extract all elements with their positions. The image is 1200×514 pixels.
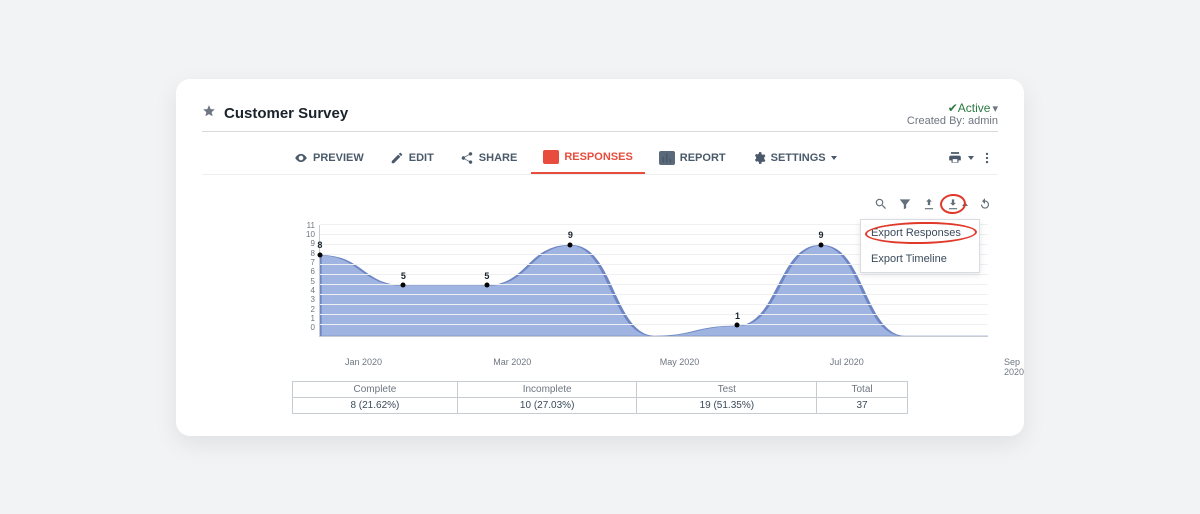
download-dropdown[interactable] <box>946 197 968 211</box>
report-button[interactable]: REPORT <box>647 143 738 173</box>
caret-up-icon <box>962 202 968 206</box>
page-title: Customer Survey <box>224 105 348 122</box>
stats-cell: 8 (21.62%) <box>293 397 458 413</box>
stats-table: CompleteIncompleteTestTotal 8 (21.62%)10… <box>292 381 908 414</box>
stats-header: Incomplete <box>457 381 637 397</box>
stats-header: Test <box>637 381 817 397</box>
chevron-down-icon <box>831 156 837 160</box>
search-icon[interactable] <box>874 197 888 211</box>
stats-header: Complete <box>293 381 458 397</box>
refresh-icon[interactable] <box>978 197 992 211</box>
print-icon[interactable] <box>948 151 962 165</box>
stats-cell: 10 (27.03%) <box>457 397 637 413</box>
app-window: Customer Survey ✔Active▾ Created By: adm… <box>176 79 1024 436</box>
export-timeline-item[interactable]: Export Timeline <box>861 246 979 272</box>
y-axis: 11109876543210 <box>306 221 319 333</box>
status-badge[interactable]: ✔Active▾ <box>907 101 998 115</box>
share-button[interactable]: SHARE <box>448 143 530 173</box>
responses-badge-icon <box>543 150 559 164</box>
toolbar: PREVIEW EDIT SHARE RESPONSES REPORT SETT… <box>202 132 998 175</box>
download-icon[interactable] <box>946 197 960 211</box>
settings-button[interactable]: SETTINGS <box>740 143 849 173</box>
chart-toolbar: Export Responses Export Timeline <box>202 175 998 219</box>
more-icon[interactable] <box>980 151 994 165</box>
title-group: Customer Survey <box>202 104 348 123</box>
print-caret-icon[interactable] <box>968 156 974 160</box>
export-menu: Export Responses Export Timeline <box>860 219 980 273</box>
chart-icon <box>659 151 675 165</box>
responses-tab[interactable]: RESPONSES <box>531 142 644 174</box>
upload-icon[interactable] <box>922 197 936 211</box>
preview-button[interactable]: PREVIEW <box>282 143 376 173</box>
header-meta: ✔Active▾ Created By: admin <box>907 101 998 127</box>
toolbar-actions <box>948 151 998 165</box>
stats-cell: 19 (51.35%) <box>637 397 817 413</box>
edit-button[interactable]: EDIT <box>378 143 446 173</box>
x-axis: Jan 2020Mar 2020May 2020Jul 2020Sep 2020 <box>202 357 998 371</box>
stats-cell: 37 <box>817 397 908 413</box>
stats-header: Total <box>817 381 908 397</box>
filter-icon[interactable] <box>898 197 912 211</box>
export-responses-item[interactable]: Export Responses <box>861 220 979 246</box>
star-icon[interactable] <box>202 104 216 123</box>
header: Customer Survey ✔Active▾ Created By: adm… <box>202 101 998 132</box>
created-by: Created By: admin <box>907 115 998 127</box>
